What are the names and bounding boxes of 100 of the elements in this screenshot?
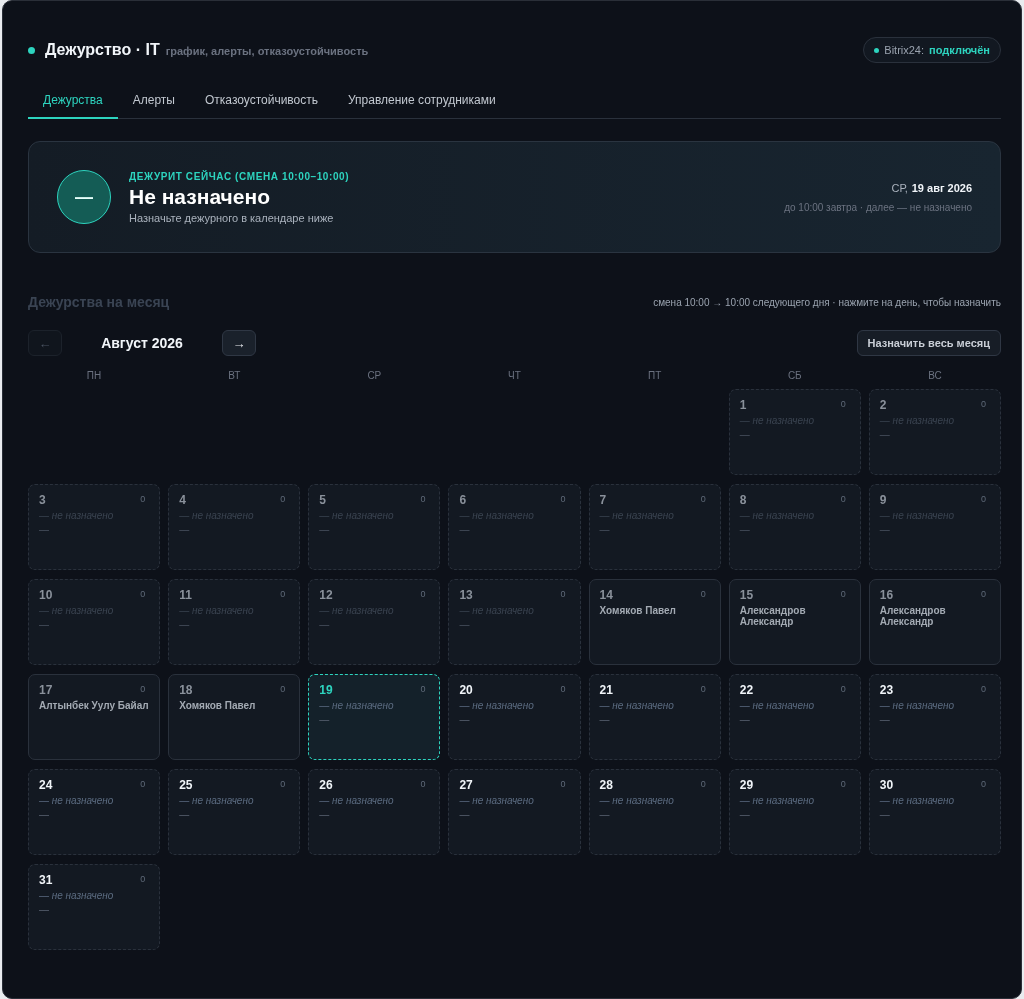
calendar-day[interactable]: 16 0 Александров Александр [868, 579, 1001, 665]
day-count: 0 [140, 874, 146, 884]
calendar-day[interactable]: 28 0 — не назначено — [588, 769, 721, 855]
day-number: 7 [599, 493, 607, 507]
weekday-label: ПН [85, 370, 103, 381]
day-count: 0 [420, 779, 426, 789]
empty-dash: — [879, 714, 890, 725]
day-count: 0 [980, 684, 986, 694]
weekday-label: СР [366, 370, 383, 381]
day-count: 0 [700, 589, 706, 599]
calendar-day[interactable]: 30 0 — не назначено — [868, 769, 1001, 855]
empty-dash: — [319, 619, 330, 630]
calendar-day[interactable]: 25 0 — не назначено — [168, 769, 301, 855]
calendar-day[interactable]: 17 0 Алтынбек Уулу Байал [28, 674, 161, 760]
calendar-day[interactable]: 15 0 Александров Александр [728, 579, 861, 665]
empty-dash: — [599, 809, 610, 820]
calendar-day[interactable]: 26 0 — не назначено — [308, 769, 441, 855]
empty-dash: — [879, 809, 890, 820]
day-count: 0 [700, 684, 706, 694]
day-count: 0 [280, 589, 286, 599]
empty-dash: — [739, 809, 750, 820]
day-number: 22 [739, 683, 754, 697]
unassigned-label: — не назначено [739, 795, 814, 806]
calendar-day[interactable]: 29 0 — не назначено — [728, 769, 861, 855]
assignee-name: Хомяков Павел [599, 605, 676, 616]
unassigned-label: — не назначено [879, 700, 955, 711]
assignee-name: Александров Александр [879, 605, 947, 627]
day-count: 0 [140, 589, 146, 599]
day-count: 0 [560, 589, 566, 599]
nav-tab[interactable]: Алерты [117, 87, 190, 119]
calendar-day[interactable]: 22 0 — не назначено — [728, 674, 861, 760]
on-duty-hint: Назначьте дежурного в календаре ниже [129, 211, 335, 224]
unassigned-label: — не назначено [39, 890, 114, 901]
calendar-day[interactable]: 18 0 Хомяков Павел [168, 674, 301, 760]
weekday-label: ЧТ [507, 370, 522, 381]
calendar-day[interactable]: 20 0 — не назначено — [448, 674, 581, 760]
weekday-label: СБ [786, 370, 803, 381]
calendar-day[interactable]: 27 0 — не назначено — [448, 769, 581, 855]
empty-dash: — [319, 809, 330, 820]
app-title: Дежурство · IT [45, 41, 160, 59]
integration-label: Bitrix24: [884, 44, 925, 56]
empty-dash: — [319, 524, 330, 535]
day-number: 26 [319, 778, 333, 792]
day-count: 0 [280, 684, 286, 694]
empty-dash: — [599, 714, 610, 725]
day-number: 29 [739, 778, 754, 792]
day-number: 10 [39, 588, 53, 602]
nav-tab[interactable]: Управление сотрудниками [333, 87, 511, 119]
day-count: 0 [840, 399, 846, 409]
unassigned-label: — не назначено [179, 795, 254, 806]
empty-dash: — [39, 904, 49, 915]
day-number: 30 [879, 778, 894, 792]
assign-month-button[interactable]: Назначить весь месяц [856, 330, 1001, 356]
shift-next-info: до 10:00 завтра · далее — не назначено [784, 201, 972, 213]
day-count: 0 [280, 779, 286, 789]
unassigned-label: — не назначено [599, 700, 674, 711]
assignee-name: Алтынбек Уулу Байал [39, 700, 149, 711]
empty-dash: — [739, 429, 750, 440]
day-count: 0 [840, 494, 846, 504]
weekday-label: ВТ [227, 370, 242, 381]
empty-dash: — [319, 714, 330, 725]
calendar-day[interactable]: 24 0 — не назначено — [28, 769, 161, 855]
empty-dash: — [879, 524, 890, 535]
nav-tab[interactable]: Отказоустойчивость [190, 87, 333, 119]
current-date: 19 авг 2026 [911, 181, 972, 194]
nav-tab[interactable]: Дежурства [28, 87, 118, 119]
month-label: Август 2026 [100, 335, 184, 351]
assignee-name: Хомяков Павел [179, 700, 256, 711]
day-count: 0 [560, 684, 566, 694]
day-number: 25 [179, 778, 193, 792]
calendar-day[interactable]: 14 0 Хомяков Павел [588, 579, 721, 665]
day-number: 15 [739, 588, 754, 602]
calendar-day[interactable]: 21 0 — не назначено — [588, 674, 721, 760]
current-weekday: СР, [891, 181, 908, 194]
day-count: 0 [140, 494, 146, 504]
day-count: 0 [420, 589, 426, 599]
day-count: 0 [980, 779, 986, 789]
empty-dash: — [459, 809, 470, 820]
day-number: 16 [879, 588, 894, 602]
calendar-day[interactable]: 31 0 — не назначено — [28, 864, 161, 950]
calendar-day[interactable]: 23 0 — не назначено — [868, 674, 1001, 760]
empty-dash: — [39, 524, 49, 535]
day-count: 0 [560, 494, 566, 504]
day-number: 17 [39, 683, 53, 697]
day-number: 23 [879, 683, 894, 697]
day-count: 0 [560, 779, 566, 789]
day-count: 0 [700, 494, 706, 504]
next-month-button[interactable]: → [222, 330, 256, 356]
unassigned-label: — не назначено [319, 795, 394, 806]
empty-dash: — [179, 524, 190, 535]
empty-dash: — [179, 809, 190, 820]
weekday-label: ВС [927, 370, 943, 381]
day-count: 0 [140, 684, 146, 694]
day-count: 0 [840, 779, 846, 789]
section-title: Дежурства на месяц [28, 294, 170, 310]
empty-dash: — [459, 524, 470, 535]
day-number: 28 [599, 778, 613, 792]
unassigned-label: — не назначено [39, 795, 114, 806]
day-count: 0 [420, 684, 426, 694]
calendar-day[interactable]: 19 0 — не назначено — [308, 674, 441, 760]
